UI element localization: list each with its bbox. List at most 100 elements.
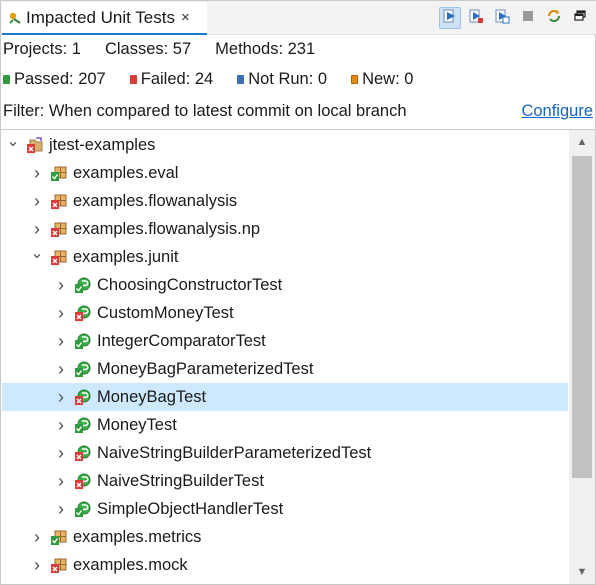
package-fail-icon xyxy=(51,557,67,573)
tree-item-label: NaiveStringBuilderTest xyxy=(97,471,264,490)
class-pass-icon xyxy=(75,277,91,293)
tree-item[interactable]: ⌄ examples.junit xyxy=(2,243,568,271)
chevron-right-icon[interactable]: › xyxy=(29,163,45,183)
package-fail-icon xyxy=(51,249,67,265)
chevron-right-icon[interactable]: › xyxy=(53,443,69,463)
run-tests-button[interactable] xyxy=(439,7,461,29)
configure-link[interactable]: Configure xyxy=(521,102,595,121)
filter-bar: Filter: When compared to latest commit o… xyxy=(3,98,595,124)
chevron-right-icon[interactable]: › xyxy=(29,527,45,547)
tree-item[interactable]: › MoneyBagParameterizedTest xyxy=(2,355,568,383)
chevron-right-icon[interactable]: › xyxy=(53,331,69,351)
package-pass-icon xyxy=(51,529,67,545)
stop-button[interactable] xyxy=(517,7,539,29)
tree-item-label: MoneyBagParameterizedTest xyxy=(97,359,314,378)
impacted-unit-tests-view: Impacted Unit Tests × Projects: 1 Classe… xyxy=(0,0,596,585)
tree-item-label: IntegerComparatorTest xyxy=(97,331,266,350)
stop-icon xyxy=(520,8,536,29)
tab-title: Impacted Unit Tests xyxy=(26,7,175,27)
chevron-right-icon[interactable]: › xyxy=(29,555,45,575)
passed-status: Passed: 207 xyxy=(3,70,106,89)
class-fail-icon xyxy=(75,473,91,489)
run-icon xyxy=(442,8,458,29)
tree-item-label: MoneyBagTest xyxy=(97,387,207,406)
tree-item-label: examples.metrics xyxy=(73,527,202,546)
scrollbar-thumb[interactable] xyxy=(572,156,592,478)
impacted-tests-icon xyxy=(8,11,22,25)
tree-item-label: examples.eval xyxy=(73,163,179,182)
projects-count: Projects: 1 xyxy=(3,39,81,58)
class-fail-icon xyxy=(75,445,91,461)
tree-item[interactable]: › CustomMoneyTest xyxy=(2,299,568,327)
tree-item-label: SimpleObjectHandlerTest xyxy=(97,499,284,518)
tree-item-label: CustomMoneyTest xyxy=(97,303,234,322)
class-pass-icon xyxy=(75,501,91,517)
tree-item[interactable]: › examples.eval xyxy=(2,159,568,187)
tree-item[interactable]: › NaiveStringBuilderParameterizedTest xyxy=(2,439,568,467)
tree-item[interactable]: › examples.flowanalysis.np xyxy=(2,215,568,243)
run-selected-icon xyxy=(494,8,510,29)
tree-item[interactable]: › examples.mock xyxy=(2,551,568,579)
package-fail-icon xyxy=(51,193,67,209)
failed-icon xyxy=(129,74,137,84)
not-run-icon xyxy=(237,74,245,84)
not-run-status: Not Run: 0 xyxy=(237,70,327,89)
tab-bar: Impacted Unit Tests × xyxy=(1,1,596,35)
tree-item[interactable]: › ChoosingConstructorTest xyxy=(2,271,568,299)
chevron-right-icon[interactable]: › xyxy=(53,499,69,519)
class-fail-icon xyxy=(75,305,91,321)
tab-impacted-unit-tests[interactable]: Impacted Unit Tests × xyxy=(2,2,207,35)
filter-text: Filter: When compared to latest commit o… xyxy=(3,101,407,120)
passed-count: Passed: 207 xyxy=(14,69,106,88)
restore-icon xyxy=(573,9,587,28)
tree-item[interactable]: › SimpleObjectHandlerTest xyxy=(2,495,568,523)
chevron-down-icon[interactable]: ⌄ xyxy=(29,245,45,262)
passed-icon xyxy=(3,74,10,84)
tree-item[interactable]: › MoneyBagTest xyxy=(2,383,568,411)
package-fail-icon xyxy=(51,221,67,237)
new-status: New: 0 xyxy=(351,70,413,89)
tree-item[interactable]: › NaiveStringBuilderTest xyxy=(2,467,568,495)
failed-count: Failed: 24 xyxy=(140,69,214,88)
chevron-right-icon[interactable]: › xyxy=(53,415,69,435)
status-counts: Passed: 207 Failed: 24 Not Run: 0 New: 0 xyxy=(3,66,437,92)
chevron-right-icon[interactable]: › xyxy=(53,471,69,491)
run-failed-icon xyxy=(468,8,484,29)
chevron-down-icon[interactable]: ⌄ xyxy=(5,133,21,150)
close-icon[interactable]: × xyxy=(181,9,190,26)
classes-count: Classes: 57 xyxy=(104,39,192,58)
vertical-scrollbar[interactable]: ▲ ▼ xyxy=(569,130,595,584)
new-count: New: 0 xyxy=(362,69,414,88)
new-icon xyxy=(351,74,359,84)
not-run-count: Not Run: 0 xyxy=(248,69,328,88)
refresh-icon xyxy=(546,8,562,29)
chevron-right-icon[interactable]: › xyxy=(53,359,69,379)
chevron-right-icon[interactable]: › xyxy=(53,303,69,323)
scroll-down-icon[interactable]: ▼ xyxy=(569,560,595,584)
chevron-right-icon[interactable]: › xyxy=(53,275,69,295)
tree-item[interactable]: › examples.flowanalysis xyxy=(2,187,568,215)
chevron-right-icon[interactable]: › xyxy=(29,219,45,239)
tree-item[interactable]: › examples.metrics xyxy=(2,523,568,551)
run-failed-button[interactable] xyxy=(465,7,487,29)
summary-counts: Projects: 1 Classes: 57 Methods: 231 xyxy=(3,36,339,62)
tree-item[interactable]: › IntegerComparatorTest xyxy=(2,327,568,355)
tree-item-label: jtest-examples xyxy=(49,135,156,154)
test-tree: ⌄ jtest-examples › examples.eval › examples.f… xyxy=(1,129,596,585)
scroll-up-icon[interactable]: ▲ xyxy=(569,130,595,154)
class-pass-icon xyxy=(75,417,91,433)
run-selected-button[interactable] xyxy=(491,7,513,29)
tree-item-label: MoneyTest xyxy=(97,415,177,434)
failed-status: Failed: 24 xyxy=(129,69,214,89)
tree-item[interactable]: ⌄ jtest-examples xyxy=(2,131,568,159)
restore-button[interactable] xyxy=(569,7,591,29)
chevron-right-icon[interactable]: › xyxy=(53,387,69,407)
methods-count: Methods: 231 xyxy=(215,39,316,58)
tree-item-label: examples.flowanalysis.np xyxy=(73,219,261,238)
project-fail-icon xyxy=(27,137,43,153)
tree-item-label: examples.junit xyxy=(73,247,179,266)
tree-item-label: examples.flowanalysis xyxy=(73,191,238,210)
chevron-right-icon[interactable]: › xyxy=(29,191,45,211)
tree-item[interactable]: › MoneyTest xyxy=(2,411,568,439)
refresh-button[interactable] xyxy=(543,7,565,29)
